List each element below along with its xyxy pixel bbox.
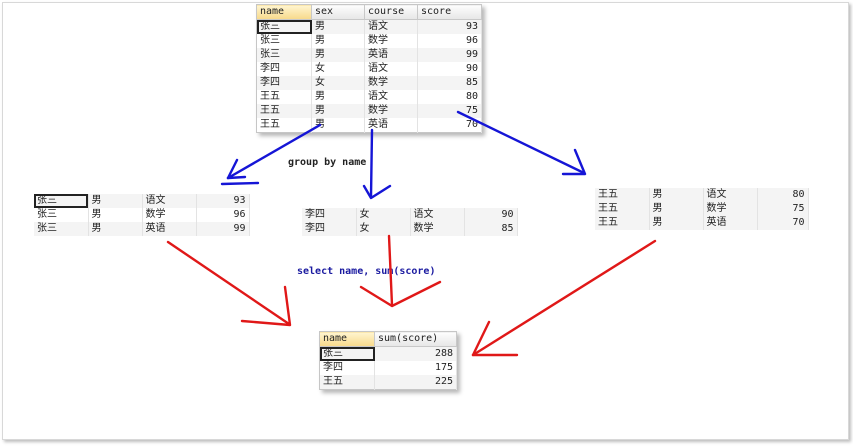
red-arrow-right <box>471 239 657 357</box>
blue-arrow-left <box>220 123 322 186</box>
red-arrow-middle <box>359 234 442 308</box>
blue-arrow-middle <box>362 128 392 200</box>
blue-arrow-right <box>456 110 587 176</box>
red-arrow-left <box>166 240 292 327</box>
arrows-layer <box>166 110 657 357</box>
